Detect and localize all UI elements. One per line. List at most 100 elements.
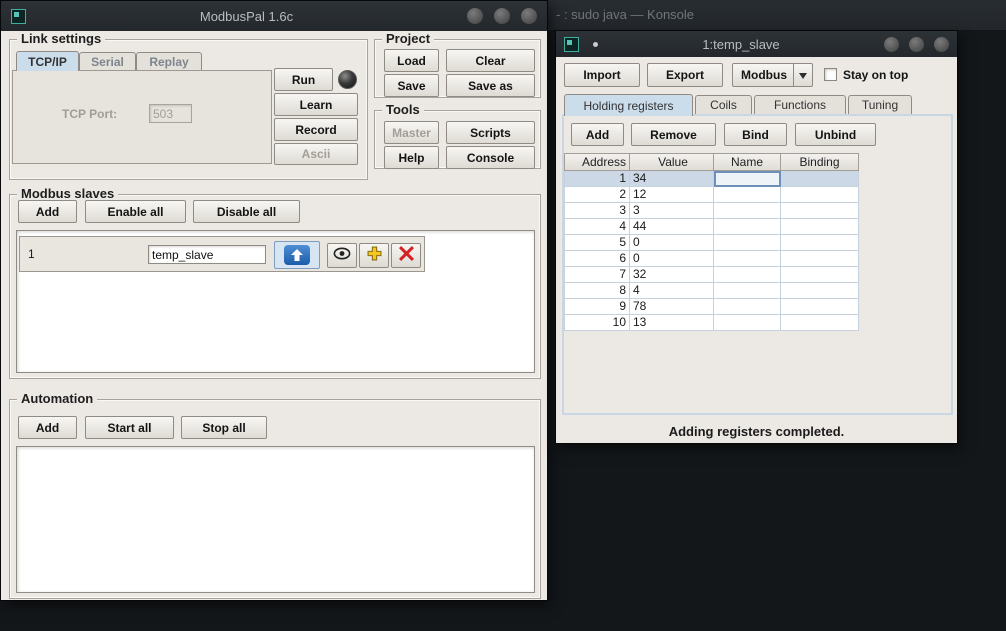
table-row[interactable]: 212 <box>564 187 859 203</box>
scripts-button[interactable]: Scripts <box>446 121 535 144</box>
table-row[interactable]: 84 <box>564 283 859 299</box>
add-automation-button[interactable]: Add <box>18 416 77 439</box>
tab-functions[interactable]: Functions <box>754 95 846 114</box>
table-row[interactable]: 33 <box>564 203 859 219</box>
remove-register-button[interactable]: Remove <box>631 123 716 146</box>
enable-all-button[interactable]: Enable all <box>85 200 186 223</box>
slave-close-button[interactable] <box>934 37 949 52</box>
slave-minimize-button[interactable] <box>884 37 899 52</box>
record-button[interactable]: Record <box>274 118 358 141</box>
cell-value[interactable]: 12 <box>630 187 714 203</box>
cell-binding[interactable] <box>781 219 859 235</box>
cell-binding[interactable] <box>781 235 859 251</box>
tab-holding-registers[interactable]: Holding registers <box>564 94 693 116</box>
cell-name[interactable] <box>714 251 781 267</box>
cell-name[interactable] <box>714 171 781 187</box>
cell-binding[interactable] <box>781 267 859 283</box>
slave-view-button[interactable] <box>327 243 357 268</box>
cell-binding[interactable] <box>781 171 859 187</box>
automation-list[interactable] <box>16 446 535 593</box>
cell-name[interactable] <box>714 203 781 219</box>
cell-name[interactable] <box>714 219 781 235</box>
bind-button[interactable]: Bind <box>724 123 787 146</box>
tab-replay[interactable]: Replay <box>136 52 202 71</box>
cell-value[interactable]: 13 <box>630 315 714 331</box>
cell-address[interactable]: 2 <box>564 187 630 203</box>
cell-name[interactable] <box>714 187 781 203</box>
cell-address[interactable]: 6 <box>564 251 630 267</box>
tab-tuning[interactable]: Tuning <box>848 95 912 114</box>
cell-binding[interactable] <box>781 187 859 203</box>
cell-value[interactable]: 3 <box>630 203 714 219</box>
clear-button[interactable]: Clear <box>446 49 535 72</box>
cell-address[interactable]: 7 <box>564 267 630 283</box>
run-button[interactable]: Run <box>274 68 333 91</box>
slave-panel[interactable]: 1 <box>19 236 425 272</box>
table-row[interactable]: 978 <box>564 299 859 315</box>
minimize-button[interactable] <box>467 8 483 24</box>
stay-on-top-checkbox[interactable] <box>824 68 837 81</box>
tab-tcpip[interactable]: TCP/IP <box>16 51 79 71</box>
close-button[interactable] <box>521 8 537 24</box>
cell-value[interactable]: 0 <box>630 235 714 251</box>
export-button[interactable]: Export <box>647 63 723 87</box>
cell-name[interactable] <box>714 315 781 331</box>
cell-binding[interactable] <box>781 203 859 219</box>
save-as-button[interactable]: Save as <box>446 74 535 97</box>
slave-name-input[interactable] <box>148 245 266 264</box>
add-slave-button[interactable]: Add <box>18 200 77 223</box>
cell-binding[interactable] <box>781 315 859 331</box>
slave-duplicate-button[interactable] <box>359 243 389 268</box>
cell-binding[interactable] <box>781 251 859 267</box>
slaves-list[interactable]: 1 <box>16 230 535 373</box>
help-button[interactable]: Help <box>384 146 439 169</box>
col-header-value[interactable]: Value <box>630 153 714 171</box>
modbuspal-titlebar[interactable]: ModbusPal 1.6c <box>1 1 547 31</box>
stop-all-button[interactable]: Stop all <box>181 416 267 439</box>
cell-name[interactable] <box>714 283 781 299</box>
col-header-address[interactable]: Address <box>564 153 630 171</box>
slave-delete-button[interactable] <box>391 243 421 268</box>
disable-all-button[interactable]: Disable all <box>193 200 300 223</box>
cell-name[interactable] <box>714 299 781 315</box>
import-button[interactable]: Import <box>564 63 640 87</box>
table-row[interactable]: 1013 <box>564 315 859 331</box>
save-button[interactable]: Save <box>384 74 439 97</box>
unbind-button[interactable]: Unbind <box>795 123 876 146</box>
protocol-combobox[interactable]: Modbus <box>732 63 813 87</box>
table-row[interactable]: 60 <box>564 251 859 267</box>
table-row[interactable]: 134 <box>564 171 859 187</box>
console-button[interactable]: Console <box>446 146 535 169</box>
maximize-button[interactable] <box>494 8 510 24</box>
cell-value[interactable]: 32 <box>630 267 714 283</box>
slave-titlebar[interactable]: 1:temp_slave <box>556 31 957 57</box>
cell-value[interactable]: 34 <box>630 171 714 187</box>
cell-address[interactable]: 10 <box>564 315 630 331</box>
cell-address[interactable]: 3 <box>564 203 630 219</box>
cell-name[interactable] <box>714 235 781 251</box>
cell-address[interactable]: 5 <box>564 235 630 251</box>
tab-coils[interactable]: Coils <box>695 95 752 114</box>
col-header-name[interactable]: Name <box>714 153 781 171</box>
slave-maximize-button[interactable] <box>909 37 924 52</box>
tab-serial[interactable]: Serial <box>79 52 136 71</box>
cell-value[interactable]: 0 <box>630 251 714 267</box>
cell-value[interactable]: 78 <box>630 299 714 315</box>
cell-value[interactable]: 44 <box>630 219 714 235</box>
start-all-button[interactable]: Start all <box>85 416 174 439</box>
cell-binding[interactable] <box>781 283 859 299</box>
cell-value[interactable]: 4 <box>630 283 714 299</box>
cell-address[interactable]: 4 <box>564 219 630 235</box>
cell-address[interactable]: 1 <box>564 171 630 187</box>
slave-enable-toggle-button[interactable] <box>274 241 320 269</box>
col-header-binding[interactable]: Binding <box>781 153 859 171</box>
cell-name[interactable] <box>714 267 781 283</box>
cell-address[interactable]: 8 <box>564 283 630 299</box>
combo-arrow-button[interactable] <box>793 64 812 86</box>
load-button[interactable]: Load <box>384 49 439 72</box>
cell-binding[interactable] <box>781 299 859 315</box>
table-row[interactable]: 732 <box>564 267 859 283</box>
table-row[interactable]: 444 <box>564 219 859 235</box>
add-register-button[interactable]: Add <box>571 123 624 146</box>
learn-button[interactable]: Learn <box>274 93 358 116</box>
